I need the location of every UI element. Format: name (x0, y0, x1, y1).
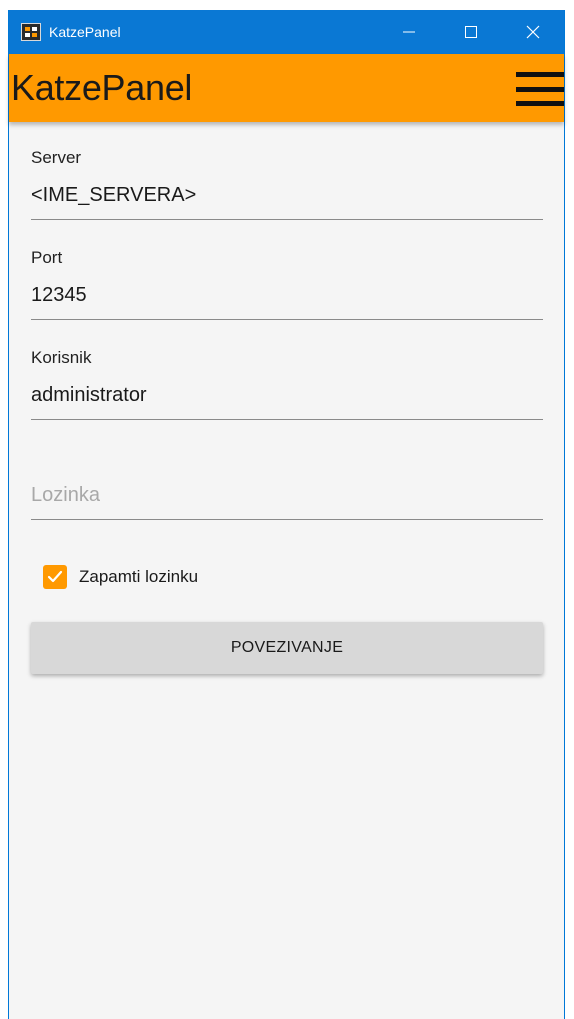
login-form: Server Port Korisnik Zapamti lozinku POV… (9, 122, 564, 674)
hamburger-line (516, 101, 564, 106)
password-input[interactable] (31, 472, 543, 520)
close-icon (526, 25, 540, 39)
port-label: Port (31, 248, 63, 267)
port-input[interactable] (31, 272, 543, 320)
app-icon (21, 23, 41, 41)
server-label: Server (31, 148, 82, 167)
user-input[interactable] (31, 372, 543, 420)
remember-password-checkbox[interactable] (43, 565, 67, 589)
maximize-icon (465, 26, 477, 38)
checkmark-icon (47, 570, 63, 583)
user-label: Korisnik (31, 348, 92, 367)
close-button[interactable] (502, 10, 564, 54)
password-field (31, 422, 543, 522)
remember-password-row[interactable]: Zapamti lozinku (43, 562, 543, 592)
minimize-button[interactable] (378, 10, 440, 54)
user-field: Korisnik (31, 322, 543, 422)
hamburger-line (516, 72, 564, 77)
window-controls (378, 10, 564, 54)
app-bar: KatzePanel (9, 54, 564, 122)
hamburger-line (516, 86, 564, 92)
server-field: Server (31, 122, 543, 222)
app-title: KatzePanel (11, 67, 193, 108)
connect-button[interactable]: POVEZIVANJE (31, 622, 543, 674)
minimize-icon (403, 31, 415, 33)
window-titlebar[interactable]: KatzePanel (9, 10, 564, 54)
hamburger-menu-icon[interactable] (516, 72, 564, 106)
window-title: KatzePanel (49, 24, 121, 40)
server-input[interactable] (31, 172, 543, 220)
app-window: KatzePanel KatzePanel Server <IME_SERVER… (8, 10, 565, 1019)
maximize-button[interactable] (440, 10, 502, 54)
port-field: Port (31, 222, 543, 322)
remember-password-label: Zapamti lozinku (79, 567, 199, 586)
